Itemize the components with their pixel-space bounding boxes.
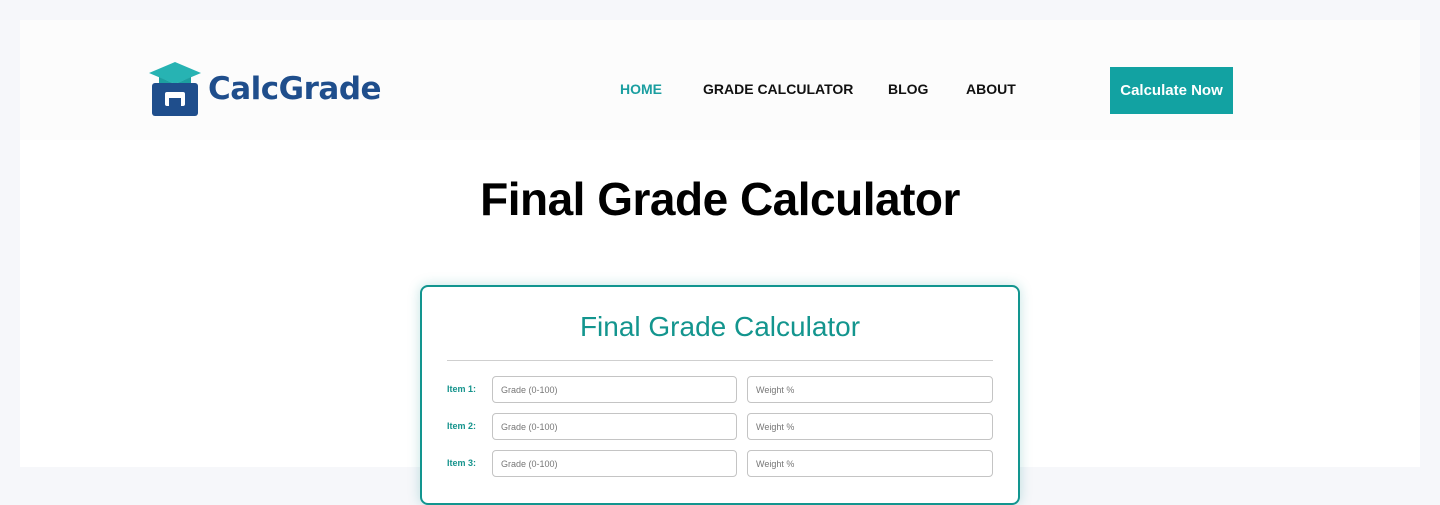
calculator-card: Final Grade Calculator Item 1: Item 2: I…: [420, 285, 1020, 505]
logo[interactable]: CalcGrade: [149, 62, 382, 116]
site-header: CalcGrade HOME GRADE CALCULATOR BLOG ABO…: [20, 20, 1420, 140]
page-container: CalcGrade HOME GRADE CALCULATOR BLOG ABO…: [20, 20, 1420, 505]
weight-input[interactable]: [747, 376, 993, 403]
calculate-now-button[interactable]: Calculate Now: [1110, 67, 1233, 114]
item-label: Item 2:: [447, 421, 477, 431]
grade-item-row: Item 3:: [447, 450, 993, 477]
grade-item-row: Item 1:: [447, 376, 993, 403]
divider: [447, 360, 993, 361]
page-title: Final Grade Calculator: [480, 173, 960, 225]
graduation-box-icon: [149, 62, 201, 116]
calculator-title: Final Grade Calculator: [579, 311, 861, 342]
nav-item-grade-calculator[interactable]: GRADE CALCULATOR: [703, 81, 853, 97]
grade-input[interactable]: [492, 450, 737, 477]
item-label: Item 1:: [447, 384, 477, 394]
nav-item-blog[interactable]: BLOG: [888, 81, 928, 97]
grade-item-row: Item 2:: [447, 413, 993, 440]
weight-input[interactable]: [747, 450, 993, 477]
grade-input[interactable]: [492, 376, 737, 403]
logo-text: CalcGrade: [208, 71, 382, 107]
nav-item-about[interactable]: ABOUT: [966, 81, 1016, 97]
nav-item-home[interactable]: HOME: [620, 81, 662, 97]
grade-input[interactable]: [492, 413, 737, 440]
weight-input[interactable]: [747, 413, 993, 440]
